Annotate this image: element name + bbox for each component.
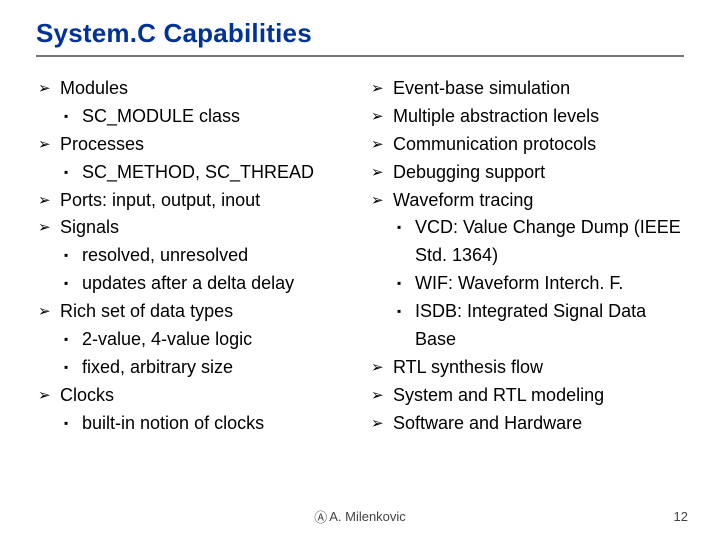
sub-item: fixed, arbitrary size xyxy=(60,354,351,382)
sub-list: SC_METHOD, SC_THREAD xyxy=(60,159,351,187)
sub-list: SC_MODULE class xyxy=(60,103,351,131)
sub-label: ISDB: Integrated Signal Data Base xyxy=(415,301,646,349)
item-label: Rich set of data types xyxy=(60,301,233,321)
sub-item: SC_MODULE class xyxy=(60,103,351,131)
slide: System.C Capabilities Modules SC_MODULE … xyxy=(0,0,720,540)
item-label: Modules xyxy=(60,78,128,98)
item-label: RTL synthesis flow xyxy=(393,357,543,377)
sub-list: built-in notion of clocks xyxy=(60,410,351,438)
sub-item: VCD: Value Change Dump (IEEE Std. 1364) xyxy=(393,214,684,270)
sub-label: built-in notion of clocks xyxy=(82,413,264,433)
sub-list: 2-value, 4-value logic fixed, arbitrary … xyxy=(60,326,351,382)
item-label: Signals xyxy=(60,217,119,237)
item-label: Software and Hardware xyxy=(393,413,582,433)
list-item: Rich set of data types 2-value, 4-value … xyxy=(36,298,351,382)
footer: Ⓐ A. Milenkovic 12 xyxy=(0,507,720,526)
list-item: Ports: input, output, inout xyxy=(36,187,351,215)
sub-label: fixed, arbitrary size xyxy=(82,357,233,377)
sub-label: SC_METHOD, SC_THREAD xyxy=(82,162,314,182)
list-item: Multiple abstraction levels xyxy=(369,103,684,131)
item-label: Ports: input, output, inout xyxy=(60,190,260,210)
sub-item: SC_METHOD, SC_THREAD xyxy=(60,159,351,187)
item-label: System and RTL modeling xyxy=(393,385,604,405)
sub-label: 2-value, 4-value logic xyxy=(82,329,252,349)
sub-label: updates after a delta delay xyxy=(82,273,294,293)
item-label: Waveform tracing xyxy=(393,190,533,210)
sub-item: WIF: Waveform Interch. F. xyxy=(393,270,684,298)
item-label: Communication protocols xyxy=(393,134,596,154)
list-item: Communication protocols xyxy=(369,131,684,159)
right-list: Event-base simulation Multiple abstracti… xyxy=(369,75,684,438)
copyright-icon: Ⓐ xyxy=(314,507,327,526)
left-list: Modules SC_MODULE class Processes SC_MET… xyxy=(36,75,351,438)
sub-item: ISDB: Integrated Signal Data Base xyxy=(393,298,684,354)
list-item: Waveform tracing VCD: Value Change Dump … xyxy=(369,187,684,354)
list-item: Software and Hardware xyxy=(369,410,684,438)
item-label: Event-base simulation xyxy=(393,78,570,98)
list-item: Event-base simulation xyxy=(369,75,684,103)
sub-item: updates after a delta delay xyxy=(60,270,351,298)
author-name: A. Milenkovic xyxy=(329,509,406,524)
sub-label: VCD: Value Change Dump (IEEE Std. 1364) xyxy=(415,217,681,265)
item-label: Clocks xyxy=(60,385,114,405)
sub-item: 2-value, 4-value logic xyxy=(60,326,351,354)
item-label: Multiple abstraction levels xyxy=(393,106,599,126)
item-label: Processes xyxy=(60,134,144,154)
left-column: Modules SC_MODULE class Processes SC_MET… xyxy=(36,75,351,438)
sub-label: SC_MODULE class xyxy=(82,106,240,126)
sub-label: WIF: Waveform Interch. F. xyxy=(415,273,623,293)
footer-author: Ⓐ A. Milenkovic xyxy=(314,507,406,526)
right-column: Event-base simulation Multiple abstracti… xyxy=(369,75,684,438)
list-item: RTL synthesis flow xyxy=(369,354,684,382)
list-item: Clocks built-in notion of clocks xyxy=(36,382,351,438)
title-divider xyxy=(36,55,684,57)
sub-item: resolved, unresolved xyxy=(60,242,351,270)
list-item: Signals resolved, unresolved updates aft… xyxy=(36,214,351,298)
content-columns: Modules SC_MODULE class Processes SC_MET… xyxy=(36,75,684,438)
item-label: Debugging support xyxy=(393,162,545,182)
list-item: Modules SC_MODULE class xyxy=(36,75,351,131)
list-item: Processes SC_METHOD, SC_THREAD xyxy=(36,131,351,187)
slide-title: System.C Capabilities xyxy=(36,18,684,49)
list-item: Debugging support xyxy=(369,159,684,187)
sub-list: VCD: Value Change Dump (IEEE Std. 1364) … xyxy=(393,214,684,353)
list-item: System and RTL modeling xyxy=(369,382,684,410)
sub-item: built-in notion of clocks xyxy=(60,410,351,438)
sub-list: resolved, unresolved updates after a del… xyxy=(60,242,351,298)
page-number: 12 xyxy=(674,509,688,524)
sub-label: resolved, unresolved xyxy=(82,245,248,265)
